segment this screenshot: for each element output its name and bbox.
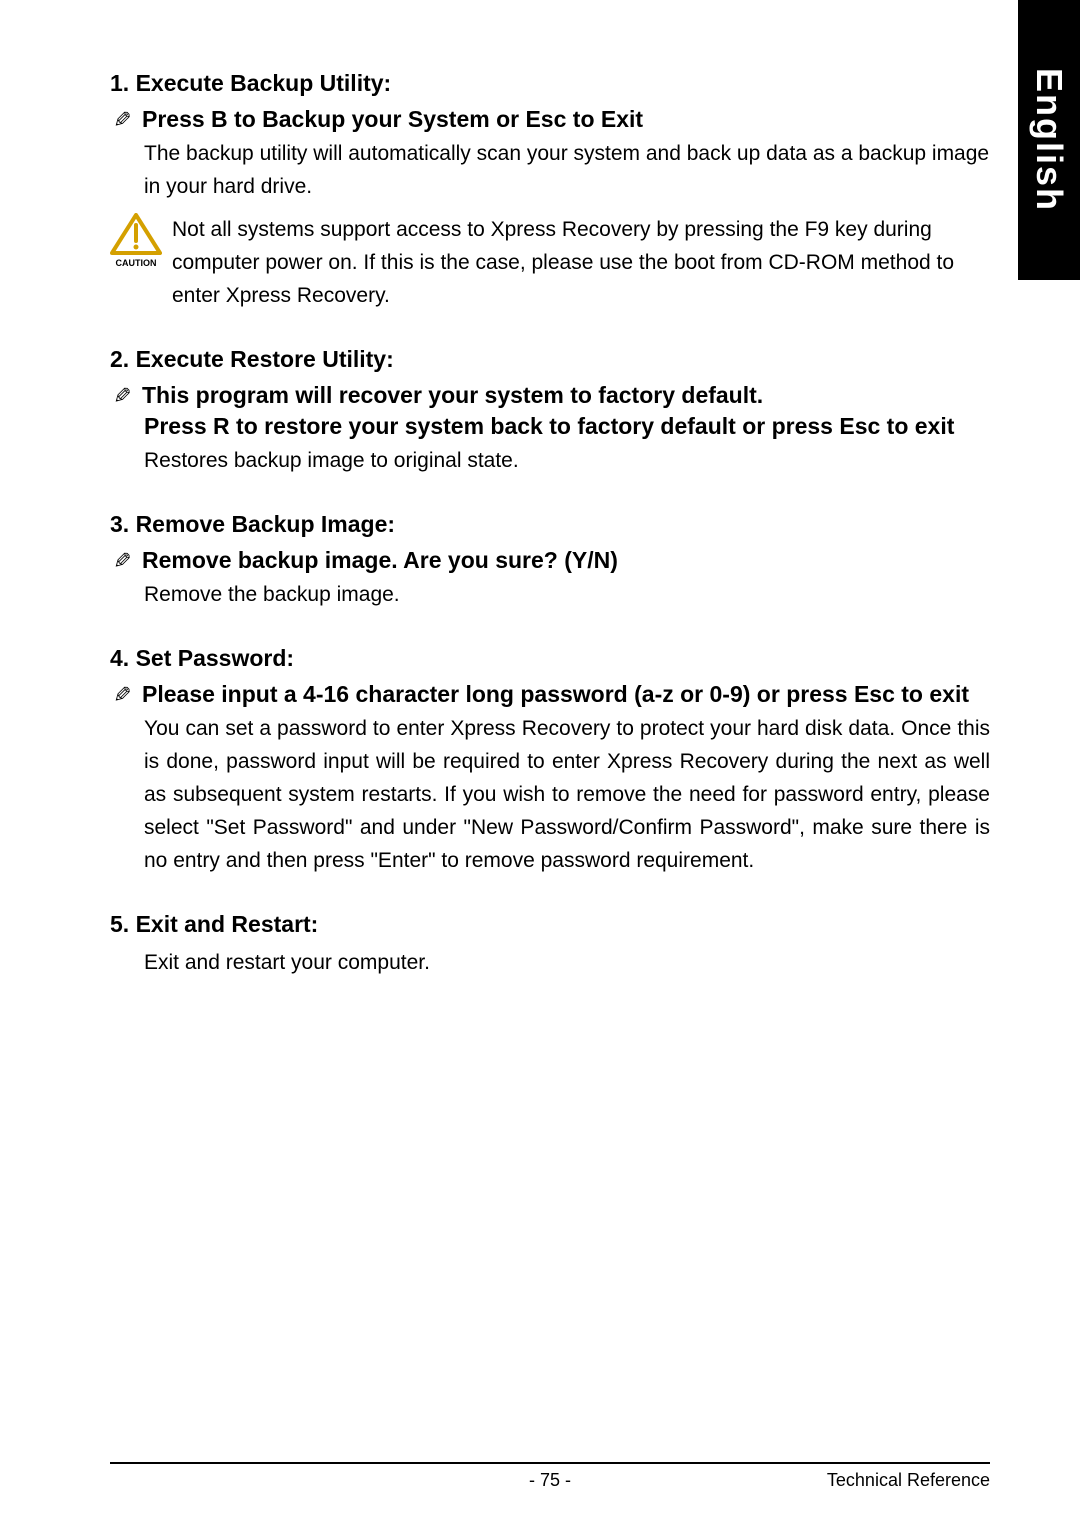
- section-4-subtitle: Please input a 4-16 character long passw…: [142, 680, 969, 708]
- pencil-icon: ✎: [107, 683, 135, 705]
- section-restore: 2. Execute Restore Utility: ✎ This progr…: [110, 346, 990, 477]
- language-tab: English: [1018, 0, 1080, 280]
- caution-block: CAUTION Not all systems support access t…: [110, 213, 990, 312]
- section-backup: 1. Execute Backup Utility: ✎ Press B to …: [110, 70, 990, 312]
- section-2-subtitle: This program will recover your system to…: [142, 381, 763, 409]
- caution-label: CAUTION: [116, 258, 157, 268]
- section-1-title: 1. Execute Backup Utility:: [110, 70, 990, 97]
- page-footer: - 75 - Technical Reference: [110, 1462, 990, 1491]
- page-number: - 75 -: [310, 1470, 790, 1491]
- section-1-subtitle: Press B to Backup your System or Esc to …: [142, 105, 643, 133]
- section-2-title: 2. Execute Restore Utility:: [110, 346, 990, 373]
- section-5-title: 5. Exit and Restart:: [110, 911, 990, 938]
- section-3-sub-row: ✎ Remove backup image. Are you sure? (Y/…: [110, 546, 990, 574]
- footer-spacer: [110, 1470, 310, 1491]
- section-2-sub-row: ✎ This program will recover your system …: [110, 381, 990, 409]
- section-password: 4. Set Password: ✎ Please input a 4-16 c…: [110, 645, 990, 877]
- doc-reference: Technical Reference: [790, 1470, 990, 1491]
- section-1-sub-row: ✎ Press B to Backup your System or Esc t…: [110, 105, 990, 133]
- footer-row: - 75 - Technical Reference: [110, 1470, 990, 1491]
- pencil-icon: ✎: [107, 549, 135, 571]
- section-2-body: Restores backup image to original state.: [144, 444, 990, 477]
- language-tab-label: English: [1028, 68, 1070, 212]
- section-5-body: Exit and restart your computer.: [144, 946, 990, 979]
- section-3-body: Remove the backup image.: [144, 578, 990, 611]
- section-1-body: The backup utility will automatically sc…: [144, 137, 990, 203]
- footer-divider: [110, 1462, 990, 1464]
- section-3-title: 3. Remove Backup Image:: [110, 511, 990, 538]
- section-4-title: 4. Set Password:: [110, 645, 990, 672]
- section-4-sub-row: ✎ Please input a 4-16 character long pas…: [110, 680, 990, 708]
- section-2-subtitle2: Press R to restore your system back to f…: [144, 413, 990, 440]
- pencil-icon: ✎: [107, 108, 135, 130]
- section-3-subtitle: Remove backup image. Are you sure? (Y/N): [142, 546, 618, 574]
- caution-text: Not all systems support access to Xpress…: [172, 213, 990, 312]
- section-exit: 5. Exit and Restart: Exit and restart yo…: [110, 911, 990, 979]
- page-container: English 1. Execute Backup Utility: ✎ Pre…: [0, 0, 1080, 1529]
- pencil-icon: ✎: [107, 384, 135, 406]
- section-4-body: You can set a password to enter Xpress R…: [144, 712, 990, 877]
- caution-icon: CAUTION: [110, 213, 162, 274]
- section-remove: 3. Remove Backup Image: ✎ Remove backup …: [110, 511, 990, 611]
